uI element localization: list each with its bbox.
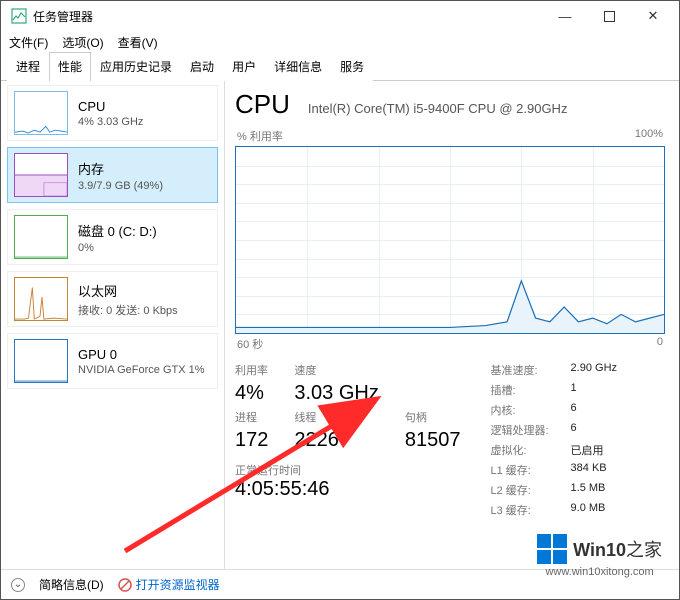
gpu-sub: NVIDIA GeForce GTX 1% xyxy=(78,364,205,376)
tab-services[interactable]: 服务 xyxy=(331,52,373,81)
thr-label: 线程 xyxy=(294,409,378,425)
util-value: 4% xyxy=(235,382,268,405)
cpu-graph-line xyxy=(236,147,664,333)
eth-sub: 接收: 0 发送: 0 Kbps xyxy=(78,302,178,318)
memory-mini-chart xyxy=(14,153,68,197)
menu-options[interactable]: 选项(O) xyxy=(62,34,103,51)
sockets-v: 1 xyxy=(571,382,617,398)
l1-k: L1 缓存: xyxy=(490,462,548,478)
menu-file[interactable]: 文件(F) xyxy=(9,34,48,51)
sidebar-item-ethernet[interactable]: 以太网 接收: 0 发送: 0 Kbps xyxy=(7,271,218,327)
fewer-details-link[interactable]: 简略信息(D) xyxy=(39,576,104,593)
stats: 利用率 速度 4% 3.03 GHz 进程 线程 句柄 172 2226 815… xyxy=(235,362,665,518)
cores-k: 内核: xyxy=(490,402,548,418)
proc-value: 172 xyxy=(235,429,268,452)
logical-proc-v: 6 xyxy=(571,422,617,438)
titlebar: 任务管理器 — ✕ xyxy=(1,1,679,31)
l3-v: 9.0 MB xyxy=(571,502,617,518)
cpu-title: CPU xyxy=(78,99,143,114)
tab-performance[interactable]: 性能 xyxy=(49,52,91,81)
sockets-k: 插槽: xyxy=(490,382,548,398)
memory-title: 内存 xyxy=(78,159,163,178)
cpu-mini-chart xyxy=(14,91,68,135)
app-icon xyxy=(11,8,27,24)
minimize-button[interactable]: — xyxy=(543,1,587,31)
cores-v: 6 xyxy=(571,402,617,418)
graph-label-left: % 利用率 xyxy=(237,128,283,144)
cpu-name: Intel(R) Core(TM) i5-9400F CPU @ 2.90GHz xyxy=(308,101,568,116)
close-button[interactable]: ✕ xyxy=(631,1,675,31)
graph-x-left: 60 秒 xyxy=(237,336,263,352)
tabs: 进程 性能 应用历史记录 启动 用户 详细信息 服务 xyxy=(1,53,679,81)
stats-right: 基准速度:2.90 GHz 插槽:1 内核:6 逻辑处理器:6 虚拟化:已启用 … xyxy=(490,362,617,518)
sidebar-item-gpu[interactable]: GPU 0 NVIDIA GeForce GTX 1% xyxy=(7,333,218,389)
open-resource-monitor-link[interactable]: 打开资源监视器 xyxy=(118,576,220,593)
base-speed-v: 2.90 GHz xyxy=(571,362,617,378)
base-speed-k: 基准速度: xyxy=(490,362,548,378)
page-title: CPU xyxy=(235,89,290,120)
task-manager-window: 任务管理器 — ✕ 文件(F) 选项(O) 查看(V) 进程 性能 应用历史记录… xyxy=(0,0,680,600)
gpu-mini-chart xyxy=(14,339,68,383)
thr-value: 2226 xyxy=(294,429,378,452)
eth-mini-chart xyxy=(14,277,68,321)
util-label: 利用率 xyxy=(235,362,268,378)
l3-k: L3 缓存: xyxy=(490,502,548,518)
speed-value: 3.03 GHz xyxy=(294,382,378,405)
l2-k: L2 缓存: xyxy=(490,482,548,498)
graph-y-labels: % 利用率 100% xyxy=(235,128,665,144)
cpu-utilization-graph[interactable] xyxy=(235,146,665,334)
uptime-label: 正常运行时间 xyxy=(235,462,460,478)
virt-k: 虚拟化: xyxy=(490,442,548,458)
virt-v: 已启用 xyxy=(571,442,617,458)
proc-label: 进程 xyxy=(235,409,268,425)
gpu-title: GPU 0 xyxy=(78,347,205,362)
resource-monitor-icon xyxy=(118,578,132,592)
speed-label: 速度 xyxy=(294,362,378,378)
window-title: 任务管理器 xyxy=(33,8,543,25)
uptime-value: 4:05:55:46 xyxy=(235,478,460,501)
l1-v: 384 KB xyxy=(571,462,617,478)
menubar: 文件(F) 选项(O) 查看(V) xyxy=(1,31,679,53)
chevron-down-icon[interactable]: ⌄ xyxy=(11,578,25,592)
graph-label-right: 100% xyxy=(635,128,663,144)
sidebar-item-memory[interactable]: 内存 3.9/7.9 GB (49%) xyxy=(7,147,218,203)
content: CPU 4% 3.03 GHz 内存 3.9/7.9 GB (49%) xyxy=(1,81,679,569)
resmon-label: 打开资源监视器 xyxy=(136,576,220,593)
cpu-sub: 4% 3.03 GHz xyxy=(78,116,143,128)
hnd-label: 句柄 xyxy=(405,409,461,425)
tab-details[interactable]: 详细信息 xyxy=(265,52,331,81)
tab-users[interactable]: 用户 xyxy=(223,52,265,81)
l2-v: 1.5 MB xyxy=(571,482,617,498)
menu-view[interactable]: 查看(V) xyxy=(118,34,158,51)
memory-sub: 3.9/7.9 GB (49%) xyxy=(78,180,163,192)
graph-x-right: 0 xyxy=(657,336,663,352)
tab-processes[interactable]: 进程 xyxy=(7,52,49,81)
graph-x-labels: 60 秒 0 xyxy=(237,336,663,352)
disk-title: 磁盘 0 (C: D:) xyxy=(78,221,157,240)
disk-mini-chart xyxy=(14,215,68,259)
uptime: 正常运行时间 4:05:55:46 xyxy=(235,462,460,501)
hnd-value: 81507 xyxy=(405,429,461,452)
stats-left: 利用率 速度 4% 3.03 GHz 进程 线程 句柄 172 2226 815… xyxy=(235,362,460,452)
disk-sub: 0% xyxy=(78,242,157,254)
sidebar-item-cpu[interactable]: CPU 4% 3.03 GHz xyxy=(7,85,218,141)
maximize-button[interactable] xyxy=(587,1,631,31)
tab-app-history[interactable]: 应用历史记录 xyxy=(91,52,181,81)
sidebar: CPU 4% 3.03 GHz 内存 3.9/7.9 GB (49%) xyxy=(1,81,225,569)
sidebar-item-disk[interactable]: 磁盘 0 (C: D:) 0% xyxy=(7,209,218,265)
tab-startup[interactable]: 启动 xyxy=(181,52,223,81)
eth-title: 以太网 xyxy=(78,281,178,300)
main-panel: CPU Intel(R) Core(TM) i5-9400F CPU @ 2.9… xyxy=(225,81,679,569)
footer: ⌄ 简略信息(D) 打开资源监视器 xyxy=(1,569,679,599)
main-header: CPU Intel(R) Core(TM) i5-9400F CPU @ 2.9… xyxy=(235,89,665,120)
logical-proc-k: 逻辑处理器: xyxy=(490,422,548,438)
